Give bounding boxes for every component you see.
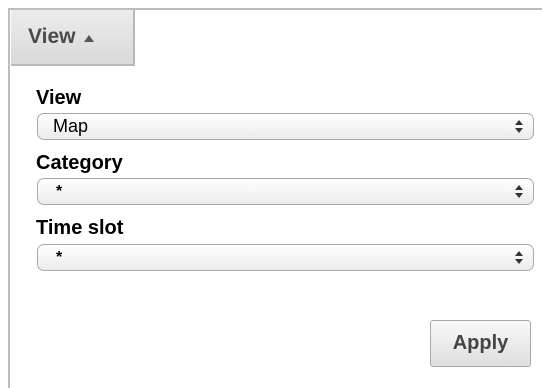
category-field-label: Category xyxy=(36,152,123,174)
view-toggle-button[interactable]: View xyxy=(11,10,135,66)
view-options-panel: View View Map Category * Time slot * App… xyxy=(8,8,542,388)
view-select[interactable]: Map xyxy=(37,113,534,140)
caret-up-icon xyxy=(84,35,95,42)
time-slot-field-label: Time slot xyxy=(36,217,124,239)
select-updown-icon xyxy=(515,120,523,134)
select-updown-icon xyxy=(515,251,523,265)
view-toggle-label: View xyxy=(28,25,76,48)
select-updown-icon xyxy=(515,185,523,199)
category-select-value: * xyxy=(56,183,63,200)
category-select[interactable]: * xyxy=(37,178,534,205)
apply-button[interactable]: Apply xyxy=(430,320,531,367)
view-select-value: Map xyxy=(53,116,89,136)
time-slot-select[interactable]: * xyxy=(37,244,534,271)
view-field-label: View xyxy=(36,87,82,109)
time-slot-select-value: * xyxy=(56,249,63,266)
